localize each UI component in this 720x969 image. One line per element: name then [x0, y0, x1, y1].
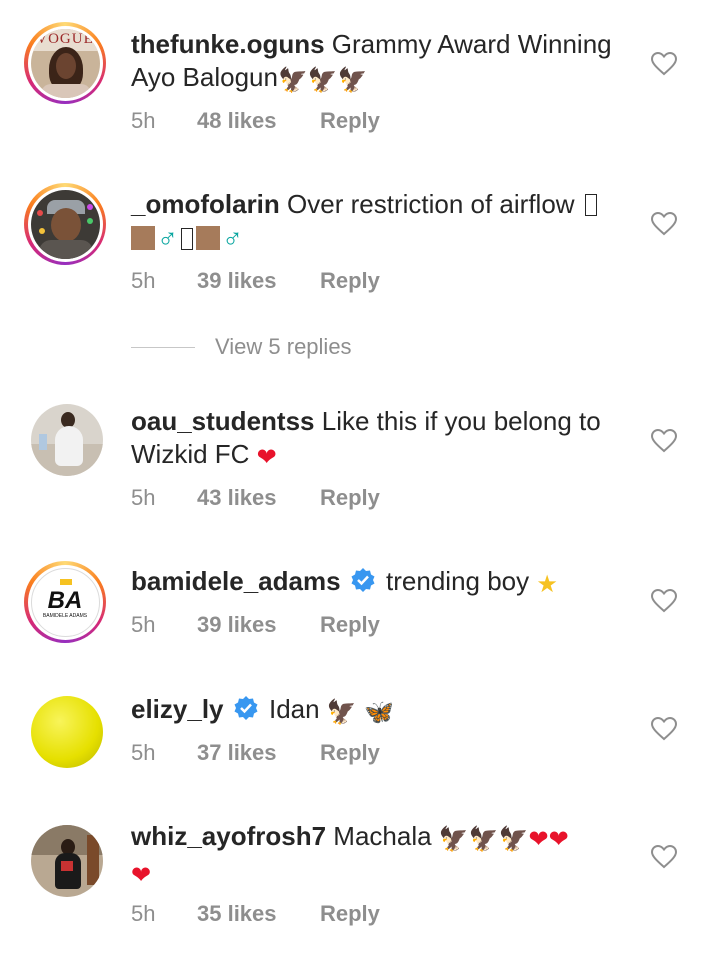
like-heart-icon[interactable]	[651, 212, 677, 236]
view-replies-label[interactable]: View 5 replies	[215, 334, 352, 360]
like-heart-icon[interactable]	[651, 52, 677, 76]
like-heart-icon[interactable]	[651, 429, 677, 453]
reply-button[interactable]: Reply	[320, 108, 380, 134]
comment-likes[interactable]: 35 likes	[197, 901, 320, 927]
avatar[interactable]	[31, 404, 113, 486]
avatar[interactable]	[24, 183, 106, 265]
comment-time: 5h	[131, 740, 156, 765]
missing-glyph-icon	[584, 194, 597, 216]
comment-likes[interactable]: 43 likes	[197, 485, 320, 511]
reply-button[interactable]: Reply	[320, 901, 380, 927]
eagle-emoji: 🦅🦅🦅	[438, 826, 529, 853]
butterfly-emoji: 🦋	[363, 699, 394, 726]
comment-text: trending boy	[386, 566, 530, 596]
eagle-emoji: 🦅	[326, 699, 357, 726]
vogue-logo: VOGUE	[36, 30, 94, 47]
man-emoji-icon: ♂	[196, 222, 243, 253]
comment-time: 5h	[131, 108, 156, 133]
comment-time: 5h	[131, 485, 156, 510]
comment-username[interactable]: bamidele_adams	[131, 566, 341, 596]
like-heart-icon[interactable]	[651, 589, 677, 613]
avatar[interactable]: BA BAMIDELE ADAMS	[24, 561, 106, 643]
comment-likes[interactable]: 39 likes	[197, 612, 320, 638]
comment-username[interactable]: oau_studentss	[131, 406, 315, 436]
red-heart-emoji: ❤	[131, 862, 152, 889]
reply-button[interactable]: Reply	[320, 612, 380, 638]
avatar[interactable]	[31, 825, 113, 907]
verified-badge-icon	[351, 568, 375, 592]
man-emoji-icon: ♂	[131, 222, 178, 253]
like-heart-icon[interactable]	[651, 845, 677, 869]
reply-button[interactable]: Reply	[320, 740, 380, 766]
comment-username[interactable]: thefunke.oguns	[131, 29, 325, 59]
ba-logo: BA	[47, 586, 83, 614]
view-replies-button[interactable]: View 5 replies	[131, 334, 352, 360]
verified-badge-icon	[234, 696, 258, 720]
like-heart-icon[interactable]	[651, 717, 677, 741]
comment-text: Idan	[268, 694, 320, 724]
comment-time: 5h	[131, 268, 156, 293]
comment-username[interactable]: whiz_ayofrosh7	[131, 821, 326, 851]
reply-button[interactable]: Reply	[320, 268, 380, 294]
star-emoji: ★	[536, 571, 558, 598]
divider	[131, 346, 195, 348]
comment-username[interactable]: _omofolarin	[131, 189, 280, 219]
comment-likes[interactable]: 37 likes	[197, 740, 320, 766]
eagle-emoji: 🦅🦅🦅	[277, 67, 368, 94]
reply-button[interactable]: Reply	[320, 485, 380, 511]
comment-likes[interactable]: 48 likes	[197, 108, 320, 134]
avatar[interactable]: VOGUE	[24, 22, 106, 104]
red-heart-emoji: ❤	[256, 444, 277, 471]
ba-logo-subtext: BAMIDELE ADAMS	[42, 612, 88, 619]
comment-time: 5h	[131, 901, 156, 926]
comment-text: Machala	[333, 821, 432, 851]
comment-text: Over restriction of airflow	[287, 189, 575, 219]
comment-time: 5h	[131, 612, 156, 637]
missing-glyph-icon	[181, 228, 193, 250]
comment-likes[interactable]: 39 likes	[197, 268, 320, 294]
comment-username[interactable]: elizy_ly	[131, 694, 224, 724]
avatar[interactable]	[31, 696, 113, 778]
red-heart-emoji: ❤❤	[528, 826, 569, 853]
